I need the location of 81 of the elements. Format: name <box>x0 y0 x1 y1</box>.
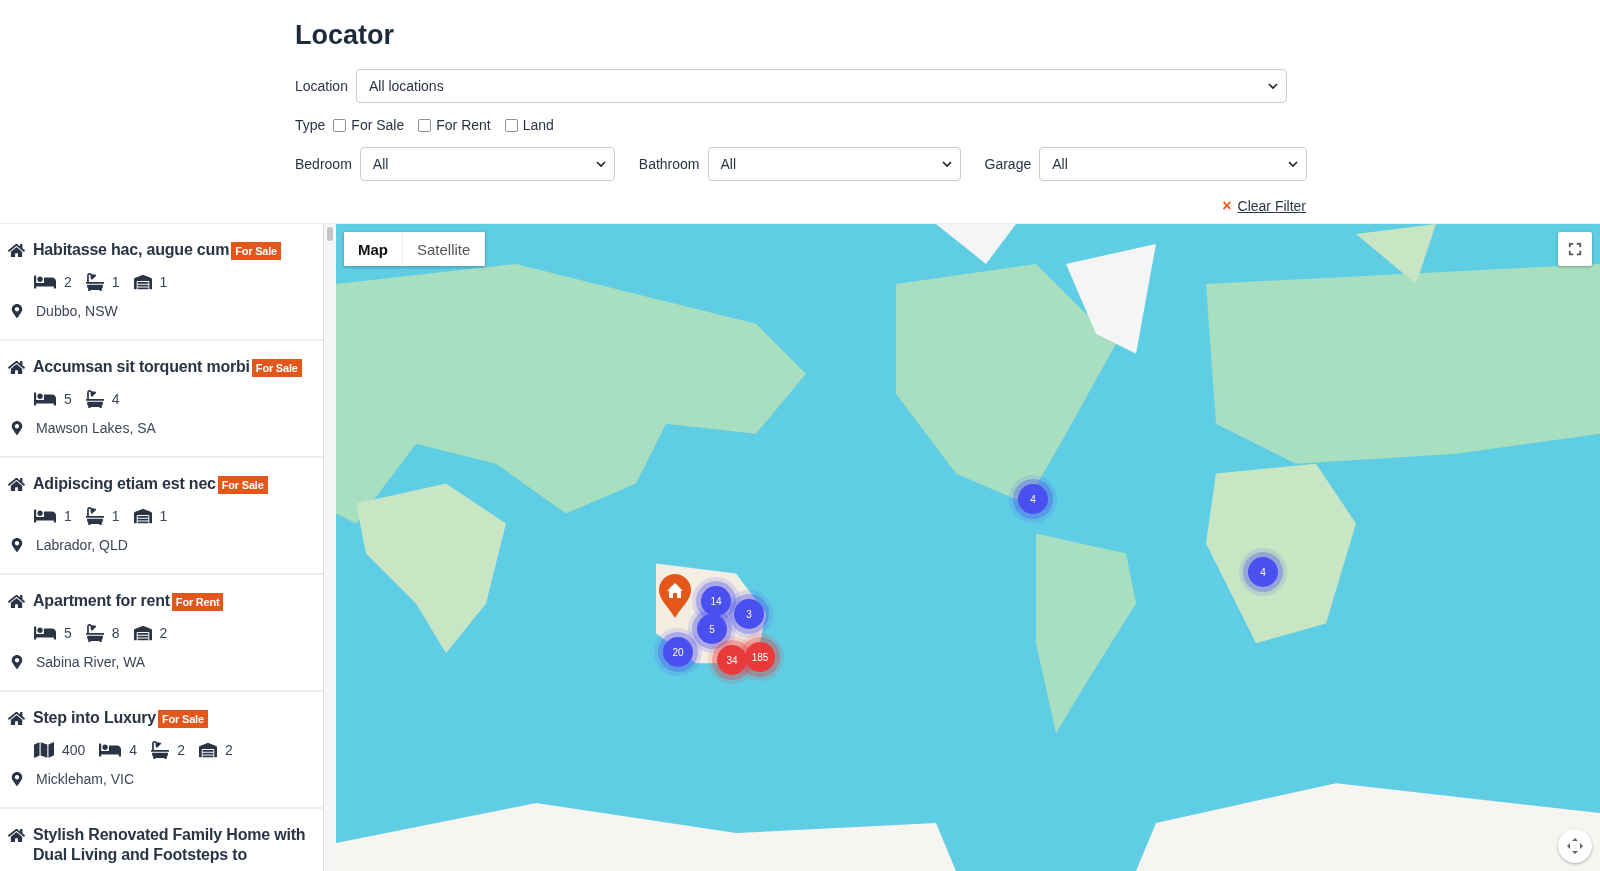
filter-select[interactable]: All <box>707 147 961 181</box>
listing-location: Labrador, QLD <box>36 537 128 553</box>
garage-icon <box>133 507 152 525</box>
filter-label: Bedroom <box>295 156 352 172</box>
bathtub-icon <box>85 390 104 408</box>
garage-icon <box>133 273 152 291</box>
location-pin-icon <box>10 772 24 786</box>
house-icon <box>8 476 25 493</box>
bathtub-icon <box>85 624 104 642</box>
listing-location: Dubbo, NSW <box>36 303 118 319</box>
feature-value: 1 <box>159 274 168 290</box>
filter-label: Bathroom <box>638 156 700 172</box>
bathtub-icon <box>151 741 170 759</box>
checkbox-label: Land <box>522 117 554 133</box>
listing-location: Mawson Lakes, SA <box>36 420 156 436</box>
garage-icon <box>198 741 217 759</box>
garage-icon <box>133 624 152 642</box>
chevron-down-icon <box>1288 159 1299 169</box>
status-badge: For Sale <box>251 359 302 377</box>
feature-value: 5 <box>64 391 72 407</box>
feature-value: 2 <box>224 742 233 758</box>
checkbox[interactable] <box>504 118 518 132</box>
location-pin-icon <box>10 538 24 552</box>
location-pin-icon <box>10 421 24 435</box>
listing-title[interactable]: Habitasse hac, augue cum For Sale <box>33 240 281 261</box>
filter-label: Garage <box>984 156 1032 172</box>
status-badge: For Rent <box>171 593 224 611</box>
clear-filter-link[interactable]: Clear Filter <box>1237 198 1306 214</box>
checkbox-label: For Sale <box>351 117 405 133</box>
listing-location: Mickleham, VIC <box>36 771 135 787</box>
checkbox-label: For Rent <box>436 117 491 133</box>
fullscreen-button[interactable] <box>1558 232 1592 266</box>
status-badge: For Sale <box>231 242 281 260</box>
filter-select[interactable]: All <box>1039 147 1308 181</box>
location-pin-icon <box>10 655 24 669</box>
listing-title[interactable]: Adipiscing etiam est nec For Sale <box>33 474 268 495</box>
scrollbar-thumb[interactable] <box>327 227 333 241</box>
type-label: Type <box>295 117 326 133</box>
feature-value: 8 <box>111 625 120 641</box>
feature-value: 1 <box>159 508 168 524</box>
feature-value: 2 <box>159 625 168 641</box>
move-arrows-icon <box>1566 837 1584 855</box>
clear-icon: × <box>1222 197 1232 215</box>
fullscreen-icon <box>1568 242 1582 256</box>
feature-value: 4 <box>129 742 138 758</box>
house-icon <box>8 359 25 376</box>
house-icon <box>8 242 25 259</box>
feature-value: 2 <box>64 274 72 290</box>
listing-location: Sabina River, WA <box>36 654 146 670</box>
status-badge: For Sale <box>158 710 208 728</box>
listing-title[interactable]: Accumsan sit torquent morbi For Sale <box>33 357 302 378</box>
bathtub-icon <box>85 273 104 291</box>
house-icon <box>8 827 25 844</box>
feature-value: 1 <box>111 508 120 524</box>
feature-value: 400 <box>62 742 86 758</box>
checkbox[interactable] <box>418 118 432 132</box>
listing-title[interactable]: Step into Luxury For Sale <box>33 708 208 729</box>
listing-title[interactable]: Apartment for rent For Rent <box>33 591 224 612</box>
chevron-down-icon <box>941 159 952 169</box>
map-icon <box>34 740 54 760</box>
house-icon <box>8 710 25 727</box>
location-pin-icon <box>10 304 24 318</box>
house-icon <box>8 593 25 610</box>
feature-value: 5 <box>64 625 72 641</box>
feature-value: 1 <box>64 508 72 524</box>
feature-value: 4 <box>111 391 120 407</box>
checkbox[interactable] <box>333 118 347 132</box>
bathtub-icon <box>85 507 104 525</box>
filter-select[interactable]: All <box>359 147 615 181</box>
feature-value: 2 <box>177 742 185 758</box>
page-title: Locator <box>295 20 395 51</box>
map-type-tab[interactable]: Satellite <box>403 232 486 266</box>
status-badge: For Sale <box>217 476 268 494</box>
location-label: Location <box>295 78 348 94</box>
chevron-down-icon <box>595 159 606 169</box>
location-select[interactable]: All locations <box>355 69 1287 103</box>
listing-title[interactable]: Stylish Renovated Family Home with Dual Living and Footsteps to <box>33 825 319 865</box>
house-pin-icon[interactable] <box>658 574 692 618</box>
feature-value: 1 <box>111 274 120 290</box>
map-type-tab[interactable]: Map <box>344 232 403 266</box>
chevron-down-icon <box>1267 81 1278 91</box>
